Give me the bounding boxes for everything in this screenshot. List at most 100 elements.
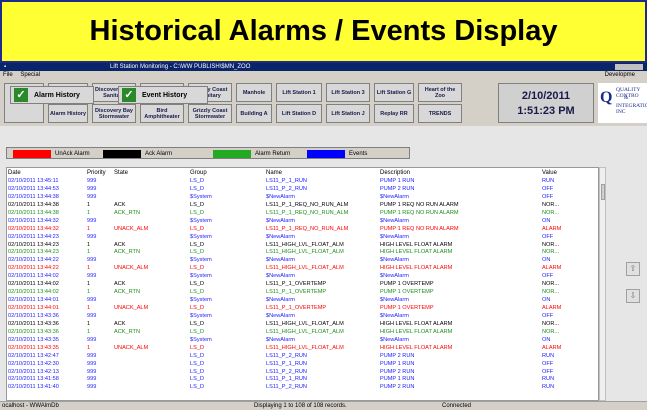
table-cell: $NewAlarm xyxy=(380,336,409,343)
table-row[interactable]: 02/10/2011 13:44:23 999 $System $NewAlarm $N… xyxy=(7,234,598,242)
table-cell: RUN xyxy=(542,376,555,383)
table-cell: NOR... xyxy=(542,241,560,248)
table-row[interactable]: 02/10/2011 13:43:36 999 $System $NewAlarm $N… xyxy=(7,313,598,321)
table-cell: 999 xyxy=(87,257,97,264)
table-cell: 999 xyxy=(87,273,97,280)
table-row[interactable]: 02/10/2011 13:41:58 999 LS_D LS11_P_1_RUN PU… xyxy=(7,376,598,384)
table-row[interactable]: 02/10/2011 13:44:38 999 $System $NewAlarm $N… xyxy=(7,194,598,202)
nav-button[interactable]: Heart of the Zoo xyxy=(418,83,462,102)
check-icon: ✓ xyxy=(122,88,136,102)
table-cell: LS11_P_2_RUN xyxy=(266,185,307,192)
column-header[interactable]: State xyxy=(113,168,189,178)
table-cell: PUMP 1 RUN xyxy=(380,178,415,184)
nav-button[interactable]: Lift Station 3 xyxy=(326,83,370,102)
table-row[interactable]: 02/10/2011 13:44:01 1 UNACK_ALM LS_D LS11_P_… xyxy=(7,305,598,313)
table-cell: LS11_HIGH_LVL_FLOAT_ALM xyxy=(266,249,344,256)
nav-button[interactable]: Replay RR xyxy=(374,104,414,123)
scrollbar-thumb[interactable] xyxy=(601,184,605,200)
table-cell: 999 xyxy=(87,217,97,224)
table-cell: LS11_P_2_RUN xyxy=(266,352,307,359)
table-cell: PUMP 1 REQ NO RUN ALARM xyxy=(380,201,459,208)
nav-button[interactable]: Manhole xyxy=(236,83,272,102)
menu-special[interactable]: Special xyxy=(20,72,40,78)
table-row[interactable]: 02/10/2011 13:45:11 999 LS_D LS11_P_1_RUN PU… xyxy=(7,178,598,186)
table-row[interactable]: 02/10/2011 13:43:35 999 $System $NewAlarm $N… xyxy=(7,337,598,345)
company-logo: Q QUALITY CONTRO & INTEGRATION, INC xyxy=(598,83,647,123)
table-row[interactable]: 02/10/2011 13:44:23 1 ACK_RTN LS_D LS11_HIGH… xyxy=(7,249,598,257)
column-header[interactable]: Name xyxy=(265,168,379,178)
table-row[interactable]: 02/10/2011 13:44:32 1 UNACK_ALM LS_D LS11_P_… xyxy=(7,226,598,234)
nav-button[interactable]: Grizzly Coast Stormwater xyxy=(188,104,232,123)
table-cell: LS_D xyxy=(190,265,204,272)
nav-button[interactable]: Building A xyxy=(236,104,272,123)
table-cell: 02/10/2011 13:44:32 xyxy=(8,217,59,224)
table-row[interactable]: 02/10/2011 13:44:53 999 LS_D LS11_P_2_RUN PU… xyxy=(7,186,598,194)
table-row[interactable]: 02/10/2011 13:42:30 999 LS_D LS11_P_1_RUN PU… xyxy=(7,361,598,369)
event-history-button[interactable]: ✓ Event History xyxy=(118,86,208,104)
table-cell: 02/10/2011 13:44:01 xyxy=(8,297,59,304)
nav-button[interactable]: Alarm History xyxy=(48,104,88,123)
table-row[interactable]: 02/10/2011 13:44:38 1 ACK_RTN LS_D LS11_P_1_… xyxy=(7,210,598,218)
column-header[interactable]: Group xyxy=(189,168,265,178)
slide-banner: Historical Alarms / Events Display xyxy=(0,0,647,63)
nav-button[interactable]: Lift Station 1 xyxy=(276,83,322,102)
table-row[interactable]: 02/10/2011 13:44:32 999 $System $NewAlarm $N… xyxy=(7,218,598,226)
alarm-history-table[interactable]: Date Priority State Group Name Description Val… xyxy=(6,167,599,401)
column-header[interactable]: Date xyxy=(7,168,86,178)
table-scrollbar[interactable] xyxy=(599,167,606,401)
nav-button[interactable]: Lift Station G xyxy=(374,83,414,102)
column-header[interactable]: Description xyxy=(379,168,541,178)
nav-button[interactable]: TRENDS xyxy=(418,104,462,123)
nav-button[interactable]: Bird Amphitheater xyxy=(140,104,184,123)
logo-line-3: INTEGRATION, INC xyxy=(616,103,647,115)
table-cell: LS11_P_2_RUN xyxy=(266,368,307,375)
table-cell: LS_D xyxy=(190,241,204,248)
table-cell: LS_D xyxy=(190,384,204,391)
table-row[interactable]: 02/10/2011 13:42:13 999 LS_D LS11_P_2_RUN PU… xyxy=(7,369,598,377)
table-row[interactable]: 02/10/2011 13:44:23 1 ACK LS_D LS11_HIGH_LVL… xyxy=(7,242,598,250)
column-header[interactable]: Priority xyxy=(86,168,113,178)
legend-swatch xyxy=(307,150,345,158)
table-cell: 999 xyxy=(87,376,97,383)
column-header[interactable]: Value xyxy=(541,168,591,178)
nav-button[interactable]: Lift Station D xyxy=(276,104,322,123)
table-row[interactable]: 02/10/2011 13:43:35 1 UNACK_ALM LS_D LS11_HI… xyxy=(7,345,598,353)
table-row[interactable]: 02/10/2011 13:44:02 1 ACK_RTN LS_D LS11_P_1_… xyxy=(7,289,598,297)
table-cell: $NewAlarm xyxy=(266,336,295,343)
table-cell: 999 xyxy=(87,185,97,192)
table-cell: 02/10/2011 13:43:35 xyxy=(8,336,59,343)
table-cell: 999 xyxy=(87,368,97,375)
nav-button[interactable]: Lift Station J xyxy=(326,104,370,123)
table-row[interactable]: 02/10/2011 13:44:01 999 $System $NewAlarm $N… xyxy=(7,297,598,305)
table-cell: UNACK_ALM xyxy=(114,305,149,311)
table-row[interactable]: 02/10/2011 13:44:22 999 $System $NewAlarm $N… xyxy=(7,257,598,265)
table-cell: HIGH LEVEL FLOAT ALARM xyxy=(380,320,453,327)
table-cell: UNACK_ALM xyxy=(114,344,149,351)
table-cell: 02/10/2011 13:44:02 xyxy=(8,281,59,288)
table-row[interactable]: 02/10/2011 13:43:36 1 ACK LS_D LS11_HIGH_LVL… xyxy=(7,321,598,329)
table-cell: LS_D xyxy=(190,249,204,256)
table-cell: 999 xyxy=(87,336,97,343)
app-icon: ▪ xyxy=(4,64,7,70)
nav-button[interactable]: Discovery Bay Stormwater xyxy=(92,104,136,123)
table-row[interactable]: 02/10/2011 13:44:22 1 UNACK_ALM LS_D LS11_HI… xyxy=(7,265,598,273)
table-row[interactable]: 02/10/2011 13:41:40 999 LS_D LS11_P_2_RUN PU… xyxy=(7,384,598,392)
table-cell: $System xyxy=(190,312,212,319)
table-cell: LS11_HIGH_LVL_FLOAT_ALM xyxy=(266,320,344,327)
alarm-history-button[interactable]: ✓ Alarm History xyxy=(10,86,94,104)
scroll-up-icon[interactable]: ⇧ xyxy=(626,262,640,276)
table-row[interactable]: 02/10/2011 13:44:38 1 ACK LS_D LS11_P_1_REQ_… xyxy=(7,202,598,210)
table-cell: $NewAlarm xyxy=(266,297,295,304)
table-row[interactable]: 02/10/2011 13:42:47 999 LS_D LS11_P_2_RUN PU… xyxy=(7,353,598,361)
menu-file[interactable]: File xyxy=(3,72,13,78)
table-cell: PUMP 2 RUN xyxy=(380,352,415,359)
table-cell: 999 xyxy=(87,178,97,184)
table-cell: HIGH LEVEL FLOAT ALARM xyxy=(380,249,453,256)
table-row[interactable]: 02/10/2011 13:44:02 999 $System $NewAlarm $N… xyxy=(7,273,598,281)
window-controls[interactable] xyxy=(615,64,643,70)
scroll-down-icon[interactable]: ⇩ xyxy=(626,289,640,303)
table-row[interactable]: 02/10/2011 13:44:02 1 ACK LS_D LS11_P_1_OVER… xyxy=(7,281,598,289)
table-row[interactable]: 02/10/2011 13:43:36 1 ACK_RTN LS_D LS11_HIGH… xyxy=(7,329,598,337)
logo-line-2: & xyxy=(624,95,629,101)
table-cell: OFF xyxy=(542,368,554,375)
